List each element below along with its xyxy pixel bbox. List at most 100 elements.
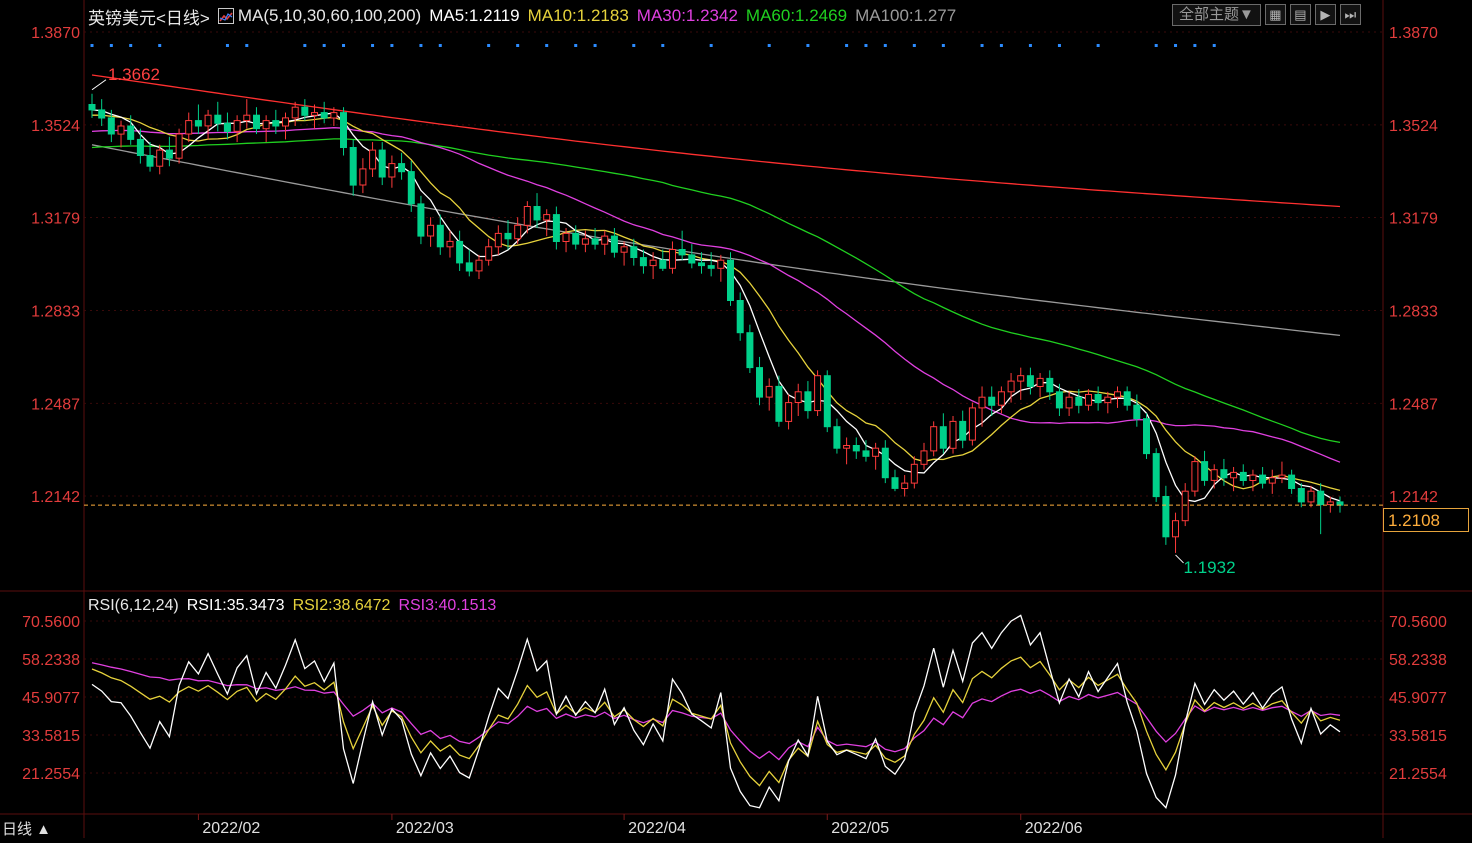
event-dot[interactable] xyxy=(109,44,113,47)
candle-down[interactable] xyxy=(727,259,734,302)
candle-up[interactable] xyxy=(1268,477,1276,484)
candle-up[interactable] xyxy=(562,232,570,242)
period-switch[interactable]: 日线 ▲ xyxy=(2,818,51,839)
candle-down[interactable] xyxy=(146,155,154,167)
candle-down[interactable] xyxy=(127,125,135,140)
candle-up[interactable] xyxy=(1114,391,1121,398)
event-dot[interactable] xyxy=(342,44,346,47)
candle-down[interactable] xyxy=(107,117,115,135)
candle-up[interactable] xyxy=(185,120,193,135)
candle-down[interactable] xyxy=(659,259,667,269)
candle-up[interactable] xyxy=(968,407,976,441)
candle-up[interactable] xyxy=(1017,375,1025,382)
candle-down[interactable] xyxy=(504,232,512,240)
candle-down[interactable] xyxy=(891,477,899,489)
candle-down[interactable] xyxy=(340,112,347,148)
candle-down[interactable] xyxy=(707,265,715,269)
candle-down[interactable] xyxy=(1317,490,1325,506)
candle-down[interactable] xyxy=(1055,391,1063,409)
event-dot[interactable] xyxy=(245,44,249,47)
candle-down[interactable] xyxy=(1162,496,1170,538)
candle-down[interactable] xyxy=(862,450,870,457)
candle-up[interactable] xyxy=(872,447,880,457)
candle-up[interactable] xyxy=(1307,490,1315,503)
candle-down[interactable] xyxy=(678,249,686,256)
candle-down[interactable] xyxy=(775,385,783,422)
candle-up[interactable] xyxy=(949,420,957,449)
candle-down[interactable] xyxy=(572,232,580,245)
candle-down[interactable] xyxy=(639,257,647,267)
candle-down[interactable] xyxy=(698,262,705,267)
candle-up[interactable] xyxy=(204,114,212,127)
candle-up[interactable] xyxy=(514,224,522,240)
event-dot[interactable] xyxy=(864,44,868,47)
event-dot[interactable] xyxy=(322,44,326,47)
candle-up[interactable] xyxy=(369,149,377,170)
candle-down[interactable] xyxy=(398,163,406,173)
candle-down[interactable] xyxy=(214,114,222,124)
candle-up[interactable] xyxy=(485,246,493,261)
event-dot[interactable] xyxy=(225,44,229,47)
event-dot[interactable] xyxy=(883,44,887,47)
candle-up[interactable] xyxy=(1210,469,1218,481)
candle-down[interactable] xyxy=(746,332,754,369)
next-icon[interactable]: ⏭ xyxy=(1339,4,1361,25)
candle-up[interactable] xyxy=(601,235,609,245)
candle-down[interactable] xyxy=(959,420,967,441)
candle-up[interactable] xyxy=(388,163,396,178)
event-dot[interactable] xyxy=(371,44,375,47)
candle-down[interactable] xyxy=(1297,488,1305,503)
candle-down[interactable] xyxy=(939,426,947,449)
candle-up[interactable] xyxy=(997,391,1005,406)
candle-down[interactable] xyxy=(378,149,386,178)
event-dot[interactable] xyxy=(767,44,771,47)
period-tag[interactable]: <日线> xyxy=(156,4,210,29)
candle-up[interactable] xyxy=(814,375,822,412)
candle-down[interactable] xyxy=(456,240,464,264)
indicator-icon[interactable] xyxy=(217,8,234,24)
candle-up[interactable] xyxy=(543,214,551,221)
candle-down[interactable] xyxy=(98,109,106,119)
event-dot[interactable] xyxy=(1212,44,1216,47)
candle-up[interactable] xyxy=(117,125,125,135)
event-dot[interactable] xyxy=(912,44,916,47)
candle-up[interactable] xyxy=(446,240,454,248)
candle-down[interactable] xyxy=(1133,404,1141,420)
candle-up[interactable] xyxy=(910,463,918,484)
grid-icon[interactable]: ▦ xyxy=(1264,4,1286,25)
candle-down[interactable] xyxy=(301,106,309,116)
candle-down[interactable] xyxy=(1094,394,1102,404)
candle-up[interactable] xyxy=(311,112,318,116)
event-dot[interactable] xyxy=(632,44,636,47)
candle-down[interactable] xyxy=(688,254,696,264)
candle-down[interactable] xyxy=(988,396,996,406)
candle-down[interactable] xyxy=(1152,453,1160,498)
candle-down[interactable] xyxy=(1201,461,1209,481)
candle-up[interactable] xyxy=(359,168,367,186)
candle-up[interactable] xyxy=(1181,490,1189,522)
candle-down[interactable] xyxy=(436,224,444,248)
candle-up[interactable] xyxy=(475,259,483,272)
candle-up[interactable] xyxy=(233,120,241,132)
candle-down[interactable] xyxy=(417,203,425,237)
candle-up[interactable] xyxy=(765,385,773,398)
candle-up[interactable] xyxy=(1007,380,1015,393)
candle-down[interactable] xyxy=(1075,396,1083,406)
event-dot[interactable] xyxy=(487,44,491,47)
candle-up[interactable] xyxy=(1249,474,1257,482)
candle-down[interactable] xyxy=(736,300,744,334)
candle-up[interactable] xyxy=(1036,377,1044,387)
event-dot[interactable] xyxy=(419,44,423,47)
event-dot[interactable] xyxy=(999,44,1003,47)
event-dot[interactable] xyxy=(1028,44,1032,47)
candle-up[interactable] xyxy=(581,238,589,245)
candle-down[interactable] xyxy=(1123,391,1131,406)
candle-down[interactable] xyxy=(465,262,473,272)
event-dot[interactable] xyxy=(661,44,665,47)
candle-up[interactable] xyxy=(523,206,531,226)
candle-up[interactable] xyxy=(669,249,676,269)
candle-down[interactable] xyxy=(407,171,415,205)
candle-up[interactable] xyxy=(156,149,164,167)
candle-up[interactable] xyxy=(1172,520,1179,538)
event-dot[interactable] xyxy=(1096,44,1100,47)
